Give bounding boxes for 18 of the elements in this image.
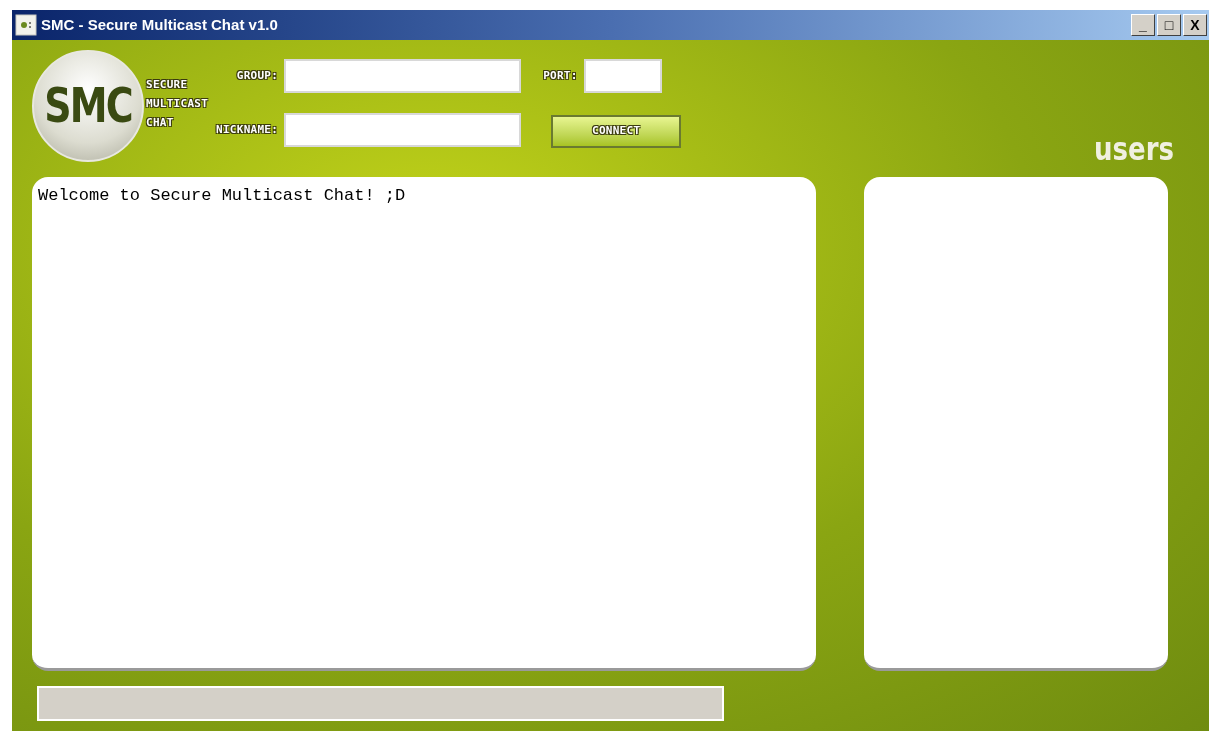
- field-label: NICKNAME:: [216, 121, 279, 138]
- window-title: SMC - Secure Multicast Chat v1.0: [41, 14, 278, 35]
- window-control-button[interactable]: □: [1157, 14, 1181, 36]
- logo-text: SMC: [44, 76, 132, 135]
- message-input[interactable]: [37, 686, 724, 721]
- input-field[interactable]: [284, 59, 522, 93]
- app-icon: [15, 14, 37, 36]
- users-heading: users: [1094, 129, 1174, 170]
- field-label: PORT:: [543, 67, 578, 84]
- input-field[interactable]: [284, 113, 522, 147]
- field-label: GROUP:: [236, 67, 279, 84]
- window-control-button[interactable]: _: [1131, 14, 1155, 36]
- window-control-button[interactable]: X: [1183, 14, 1207, 36]
- chat-message: Welcome to Secure Multicast Chat! ;D: [38, 185, 407, 207]
- logo-caption: SECURE: [146, 77, 189, 93]
- input-field[interactable]: [583, 59, 662, 93]
- logo-caption: CHAT: [146, 115, 175, 131]
- logo-caption: MULTICAST: [146, 96, 209, 112]
